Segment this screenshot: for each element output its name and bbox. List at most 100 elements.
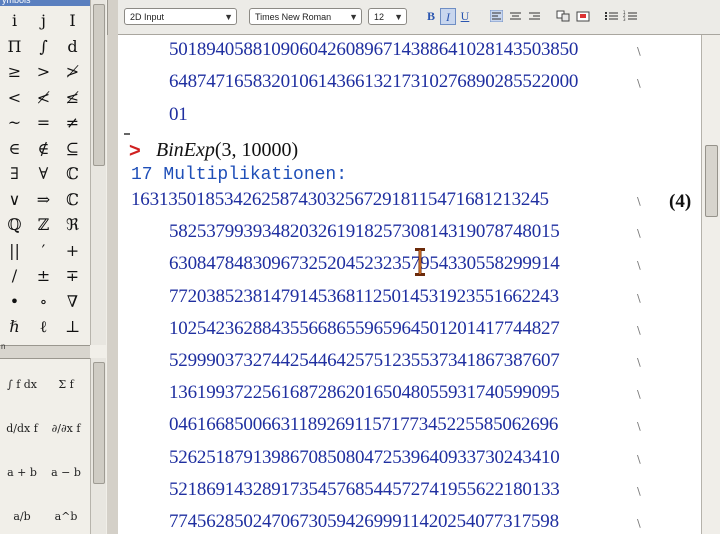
symbol-row: ∨ ⇒ ℂ [0, 187, 88, 213]
symbol-button[interactable]: j [29, 11, 58, 30]
symbol-button[interactable]: ∨ [0, 190, 29, 209]
symbol-row: || ′ + [0, 238, 88, 264]
input-prompt: > [129, 140, 141, 162]
text-color-icon[interactable] [556, 10, 571, 22]
symbol-button[interactable]: ⇒ [29, 190, 58, 209]
symbol-button[interactable]: = [29, 113, 58, 132]
command-input[interactable]: BinExp(3, 10000) [156, 139, 298, 162]
continuation-mark: \ [637, 227, 641, 241]
symbol-button[interactable]: i [0, 11, 29, 30]
symbol-button[interactable]: ′ [29, 241, 58, 260]
symbol-button[interactable]: ≮ [29, 88, 58, 107]
align-left-icon[interactable] [490, 10, 503, 22]
symbol-button[interactable]: + [58, 241, 87, 260]
symbol-button[interactable]: ℏ [0, 317, 29, 336]
expression-template-button[interactable]: a/b [0, 510, 44, 523]
align-right-icon[interactable] [528, 10, 541, 22]
expression-template-button[interactable]: Σ f [44, 378, 88, 391]
expression-scrollbar[interactable] [90, 358, 106, 534]
input-mode-dropdown[interactable]: 2D Input ▼ [124, 8, 237, 25]
symbol-button[interactable]: ∉ [29, 139, 58, 158]
symbol-button[interactable]: ≰ [58, 88, 87, 107]
expression-template-button[interactable]: ∫ f dx [0, 378, 44, 391]
symbol-button[interactable]: ≯ [58, 62, 87, 81]
symbol-button[interactable]: ≥ [0, 62, 29, 81]
result-line: 7745628502470673059426999114202540773175… [169, 511, 559, 532]
expression-template-button[interactable]: d/dx f [0, 422, 44, 435]
palette-divider[interactable]: n [0, 342, 90, 359]
symbol-row: ~ = ≠ [0, 110, 88, 136]
palette-scroll-thumb[interactable] [93, 4, 105, 166]
output-line: 5018940588109060426089671438864102814350… [169, 39, 579, 60]
palette-title: ymbols [0, 0, 90, 6]
symbol-button[interactable]: > [29, 62, 58, 81]
symbol-button[interactable]: d [58, 37, 87, 56]
symbol-row: • ∘ ∇ [0, 289, 88, 315]
font-value: Times New Roman [255, 12, 332, 22]
chevron-down-icon: ▼ [349, 12, 358, 22]
highlight-icon[interactable] [576, 10, 591, 22]
result-line: 7720385238147914536811250145319235516622… [169, 285, 559, 307]
bold-button[interactable]: B [423, 8, 439, 25]
symbol-button[interactable]: I [58, 11, 87, 30]
continuation-mark: \ [637, 259, 641, 273]
result-line: 1361993722561687286201650480559317405990… [169, 382, 560, 404]
expression-template-button[interactable]: ∂/∂x f [44, 422, 88, 435]
symbol-button[interactable]: || [0, 241, 29, 260]
execution-group-marker [124, 133, 130, 135]
symbol-button[interactable]: ⊥ [58, 317, 87, 336]
continuation-mark: \ [637, 195, 641, 208]
worksheet[interactable]: 5018940588109060426089671438864102814350… [118, 35, 701, 534]
expression-scroll-thumb[interactable] [93, 362, 105, 484]
symbol-button[interactable]: ∈ [0, 139, 29, 158]
symbol-grid: i j I Π ∫ d ≥ > ≯ < ≮ ≰ ~ = ≠ ∈ ∉ ⊆ ∃ ∀ ℂ ∨ ⇒ ℂ ℚ ℤ ℜ || ′ + / ± ∓ • ∘ ∇ ℏ ℓ ⊥ [0, 8, 88, 340]
numbered-list-icon[interactable]: 123 [623, 10, 638, 22]
continuation-mark: \ [637, 517, 641, 530]
expression-template-button[interactable]: a + b [0, 466, 44, 479]
worksheet-scroll-thumb[interactable] [705, 145, 718, 217]
underline-button[interactable]: U [457, 8, 473, 25]
symbol-button[interactable]: ∇ [58, 292, 87, 311]
symbol-button[interactable]: ℂ [58, 190, 87, 209]
multiplications-output: 17 Multiplikationen: [131, 165, 348, 185]
symbol-button[interactable]: ∃ [0, 164, 29, 183]
symbol-button[interactable]: ≠ [58, 113, 87, 132]
symbol-button[interactable]: ℓ [29, 317, 58, 337]
symbol-button[interactable]: Π [0, 37, 29, 56]
bullet-list-icon[interactable] [604, 10, 619, 22]
font-dropdown[interactable]: Times New Roman ▼ [249, 8, 362, 25]
expression-template-button[interactable]: a^b [44, 510, 88, 523]
symbol-button[interactable]: ⊆ [58, 139, 87, 158]
continuation-mark: \ [637, 291, 641, 305]
continuation-mark: \ [637, 323, 641, 337]
symbol-button[interactable]: / [0, 266, 29, 285]
symbol-button[interactable]: ∫ [29, 37, 58, 56]
symbol-button[interactable]: ∓ [58, 266, 87, 285]
context-toolbar: 2D Input ▼ Times New Roman ▼ 12 ▼ B I U … [118, 0, 720, 35]
symbol-button[interactable]: ~ [0, 113, 29, 132]
palette-scrollbar[interactable] [90, 0, 106, 345]
chevron-down-icon: ▼ [224, 12, 233, 22]
symbol-row: ijI [0, 8, 88, 34]
symbol-button[interactable]: ℜ [58, 215, 87, 234]
svg-text:3: 3 [623, 17, 626, 22]
symbol-button[interactable]: ∀ [29, 164, 58, 183]
symbol-button[interactable]: ± [29, 266, 58, 285]
symbol-row: / ± ∓ [0, 263, 88, 289]
symbol-button[interactable]: ℚ [0, 215, 29, 234]
italic-button[interactable]: I [440, 8, 456, 25]
font-size-dropdown[interactable]: 12 ▼ [368, 8, 407, 25]
output-line: 01 [169, 104, 188, 125]
align-center-icon[interactable] [509, 10, 522, 22]
expression-template-button[interactable]: a − b [44, 466, 88, 479]
symbol-button[interactable]: • [0, 292, 29, 311]
result-line: 5299903732744254464257512355373418673876… [169, 350, 560, 371]
symbol-button[interactable]: ∘ [29, 292, 58, 311]
symbol-button[interactable]: ℂ [58, 164, 87, 183]
symbol-button[interactable]: ℤ [29, 215, 58, 234]
worksheet-scrollbar[interactable] [701, 35, 720, 534]
symbol-button[interactable]: < [0, 88, 29, 107]
chevron-down-icon: ▼ [394, 12, 403, 22]
expression-row: d/dx f ∂/∂x f [0, 406, 88, 450]
continuation-mark: \ [637, 356, 641, 369]
